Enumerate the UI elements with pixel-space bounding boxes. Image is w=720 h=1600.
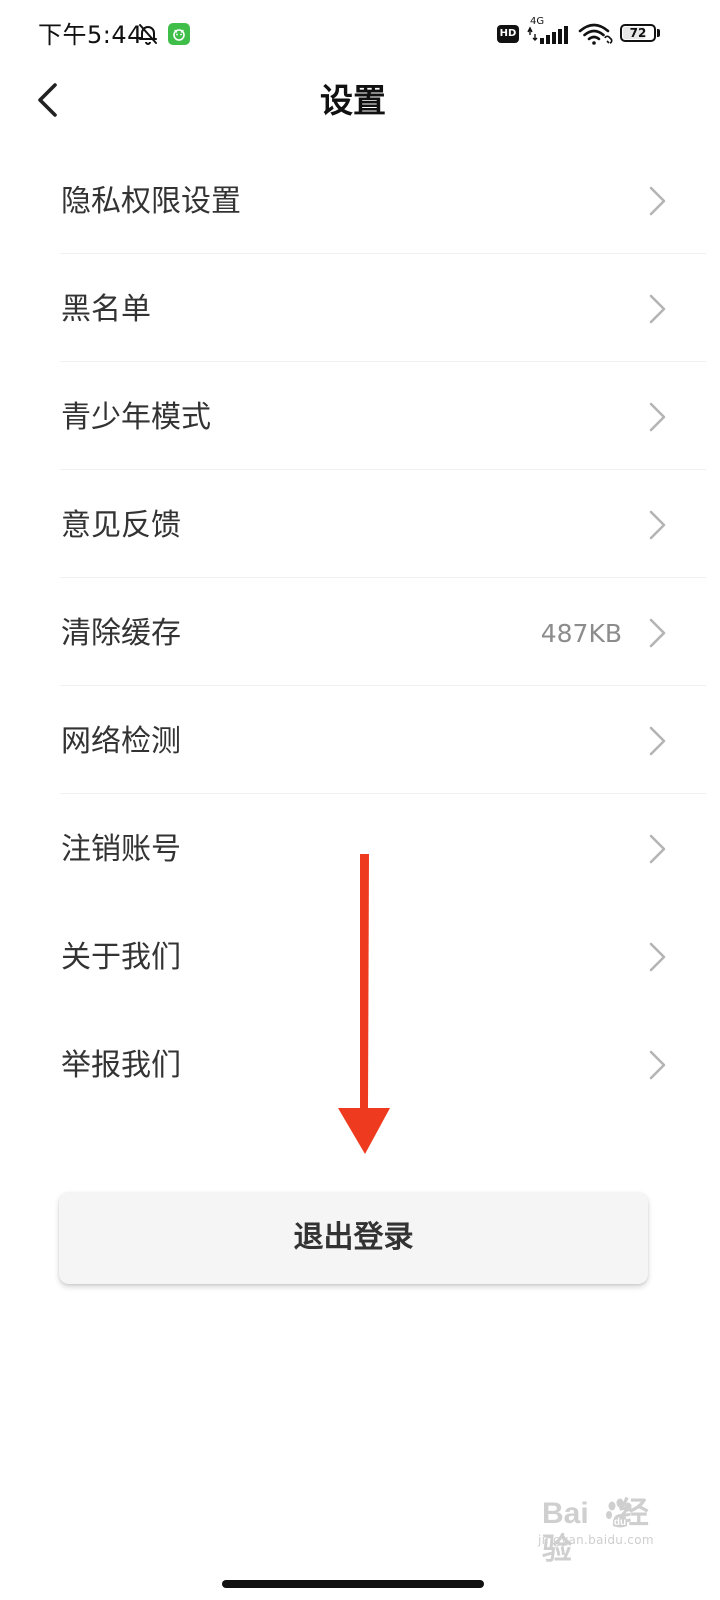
settings-item-label: 网络检测: [61, 724, 181, 759]
cache-size-value: 487KB: [540, 619, 622, 648]
chevron-right-icon: [644, 941, 670, 977]
status-bar: 下午5:44 HD 4G 72: [0, 0, 720, 68]
settings-item-label: 关于我们: [61, 940, 181, 975]
hd-badge: HD: [497, 25, 519, 43]
battery-level: 72: [629, 26, 647, 40]
settings-item-blacklist[interactable]: 黑名单: [0, 254, 720, 362]
svg-text:du: du: [614, 1517, 626, 1528]
battery-icon: 72: [620, 24, 660, 44]
watermark: Bai 经验 du jingyan.baidu.com: [538, 1496, 678, 1566]
chevron-right-icon: [644, 725, 670, 761]
settings-item-clear-cache[interactable]: 清除缓存 487KB: [0, 578, 720, 686]
settings-item-network-check[interactable]: 网络检测: [0, 686, 720, 794]
status-time: 下午5:44: [38, 21, 143, 49]
chevron-right-icon: [644, 617, 670, 653]
settings-item-feedback[interactable]: 意见反馈: [0, 470, 720, 578]
annotation-arrow-icon: [330, 850, 400, 1164]
chevron-right-icon: [644, 185, 670, 221]
chevron-right-icon: [644, 293, 670, 329]
home-indicator[interactable]: [222, 1580, 484, 1588]
app-notification-icon: [168, 23, 190, 45]
settings-item-privacy-permissions[interactable]: 隐私权限设置: [0, 146, 720, 254]
chevron-right-icon: [644, 509, 670, 545]
chevron-right-icon: [644, 833, 670, 869]
bell-muted-icon: [136, 22, 160, 50]
settings-item-label: 注销账号: [61, 832, 181, 867]
signal-icon: [526, 24, 570, 50]
settings-item-label: 清除缓存: [61, 616, 181, 651]
chevron-right-icon: [644, 1049, 670, 1085]
settings-item-label: 隐私权限设置: [61, 184, 241, 219]
settings-item-label: 举报我们: [61, 1048, 181, 1083]
settings-item-teen-mode[interactable]: 青少年模式: [0, 362, 720, 470]
wifi-icon: [578, 22, 614, 50]
logout-button[interactable]: 退出登录: [59, 1192, 648, 1284]
watermark-url: jingyan.baidu.com: [538, 1533, 654, 1547]
nav-bar: 设置: [0, 68, 720, 134]
page-title: 设置: [320, 81, 386, 120]
settings-item-label: 黑名单: [61, 292, 151, 327]
paw-icon: du: [604, 1498, 634, 1534]
chevron-right-icon: [644, 401, 670, 437]
settings-item-label: 意见反馈: [61, 508, 181, 543]
settings-item-label: 青少年模式: [61, 400, 211, 435]
